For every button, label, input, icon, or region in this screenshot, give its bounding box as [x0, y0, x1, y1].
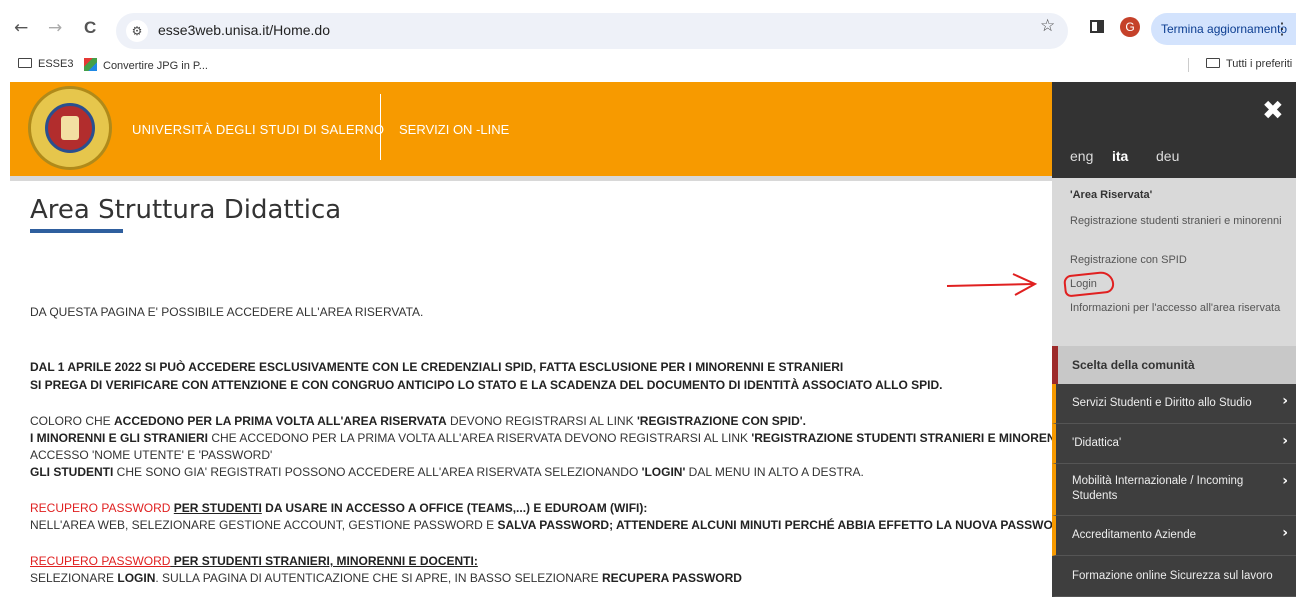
recovery-title-2: RECUPERO PASSWORD PER STUDENTI STRANIERI…	[30, 554, 478, 568]
menu-top: ✖ eng ita deu	[1052, 82, 1296, 178]
paragraph-3: ACCESSO 'NOME UTENTE' E 'PASSWORD'	[30, 448, 273, 462]
chevron-right-icon: ›	[1282, 393, 1288, 409]
browser-window: ← → C ⚙ esse3web.unisa.it/Home.do ☆ G Te…	[0, 0, 1296, 597]
bookmark-star-icon[interactable]: ☆	[1040, 16, 1055, 36]
close-icon[interactable]: ✖	[1262, 96, 1284, 126]
bookmarks-bar: ESSE3 Convertire JPG in P... Tutti i pre…	[0, 54, 1296, 76]
lang-eng[interactable]: eng	[1070, 148, 1093, 164]
url-text[interactable]: esse3web.unisa.it/Home.do	[158, 22, 330, 38]
menu-item-label: 'Didattica'	[1072, 437, 1122, 449]
menu-item-foreign-registration[interactable]: Registrazione studenti stranieri e minor…	[1070, 214, 1290, 229]
chevron-right-icon: ›	[1282, 433, 1288, 449]
bookmark-label: Tutti i preferiti	[1226, 58, 1293, 70]
update-label: Termina aggiornamento	[1161, 22, 1288, 36]
bookmark-label: Convertire JPG in P...	[103, 60, 208, 72]
recovery-text-1: NELL'AREA WEB, SELEZIONARE GESTIONE ACCO…	[30, 518, 1052, 532]
notice-line-2: SI PREGA DI VERIFICARE CON ATTENZIONE E …	[30, 378, 943, 392]
chevron-right-icon: ›	[1282, 473, 1288, 489]
menu-item-spid-registration[interactable]: Registrazione con SPID	[1070, 253, 1290, 268]
chevron-right-icon: ›	[1282, 525, 1288, 541]
bookmark-label: ESSE3	[38, 58, 74, 70]
menu-item-label: Accreditamento Aziende	[1072, 529, 1197, 541]
recovery-title-1: RECUPERO PASSWORD PER STUDENTI DA USARE …	[30, 501, 648, 515]
notice-line-1: DAL 1 APRILE 2022 SI PUÒ ACCEDERE ESCLUS…	[30, 360, 844, 374]
menu-item-accreditation[interactable]: Accreditamento Aziende ›	[1052, 516, 1296, 556]
menu-item-mobility[interactable]: Mobilità Internazionale / Incoming Stude…	[1052, 464, 1296, 516]
profile-avatar[interactable]: G	[1120, 17, 1140, 37]
lang-ita[interactable]: ita	[1112, 148, 1128, 164]
menu-item-label: Mobilità Internazionale / Incoming Stude…	[1072, 475, 1244, 502]
paragraph-2: I MINORENNI E GLI STRANIERI CHE ACCEDONO…	[30, 431, 1052, 445]
menu-item-student-services[interactable]: Servizi Studenti e Diritto allo Studio ›	[1052, 384, 1296, 424]
reload-button[interactable]: C	[84, 18, 96, 38]
site-info-icon[interactable]: ⚙	[126, 20, 148, 42]
community-header: Scelta della comunità	[1052, 346, 1296, 384]
menu-item-label: Formazione online Sicurezza sul lavoro	[1072, 570, 1273, 582]
lang-deu[interactable]: deu	[1156, 148, 1179, 164]
menu-item-label: Servizi Studenti e Diritto allo Studio	[1072, 397, 1252, 409]
recovery-text-2: SELEZIONARE LOGIN. SULLA PAGINA DI AUTEN…	[30, 571, 742, 585]
folder-icon	[18, 58, 32, 68]
address-bar[interactable]: ⚙ esse3web.unisa.it/Home.do	[116, 13, 1068, 49]
red-arrow-annotation	[946, 273, 1038, 296]
bookmark-jpg[interactable]: Convertire JPG in P...	[84, 58, 208, 72]
folder-icon	[1206, 58, 1220, 68]
update-button[interactable]: Termina aggiornamento ⋮	[1151, 13, 1296, 45]
bookmark-esse3[interactable]: ESSE3	[18, 58, 73, 70]
side-menu: ✖ eng ita deu 'Area Riservata' Registraz…	[1052, 82, 1296, 597]
web-page: UNIVERSITÀ DEGLI STUDI DI SALERNO SERVIZ…	[0, 82, 1296, 597]
intro-text: DA QUESTA PAGINA E' POSSIBILE ACCEDERE A…	[30, 305, 424, 319]
all-bookmarks[interactable]: Tutti i preferiti	[1206, 58, 1292, 70]
browser-toolbar: ← → C ⚙ esse3web.unisa.it/Home.do ☆ G Te…	[0, 0, 1296, 56]
main-content: DA QUESTA PAGINA E' POSSIBILE ACCEDERE A…	[30, 82, 1052, 597]
menu-item-safety-training[interactable]: Formazione online Sicurezza sul lavoro	[1052, 556, 1296, 597]
reserved-area-title: 'Area Riservata'	[1070, 189, 1153, 201]
side-panel-icon[interactable]	[1090, 20, 1104, 33]
paragraph-4: GLI STUDENTI CHE SONO GIA' REGISTRATI PO…	[30, 465, 864, 479]
paragraph-1: COLORO CHE ACCEDONO PER LA PRIMA VOLTA A…	[30, 414, 806, 428]
forward-button[interactable]: →	[48, 18, 62, 38]
menu-dots-icon[interactable]: ⋮	[1274, 19, 1290, 39]
bookmark-separator	[1188, 58, 1189, 72]
community-title: Scelta della comunità	[1072, 358, 1195, 372]
back-button[interactable]: ←	[14, 18, 28, 38]
colorful-app-icon	[84, 58, 97, 71]
menu-item-access-info[interactable]: Informazioni per l'accesso all'area rise…	[1070, 301, 1290, 316]
menu-item-didattica[interactable]: 'Didattica' ›	[1052, 424, 1296, 464]
